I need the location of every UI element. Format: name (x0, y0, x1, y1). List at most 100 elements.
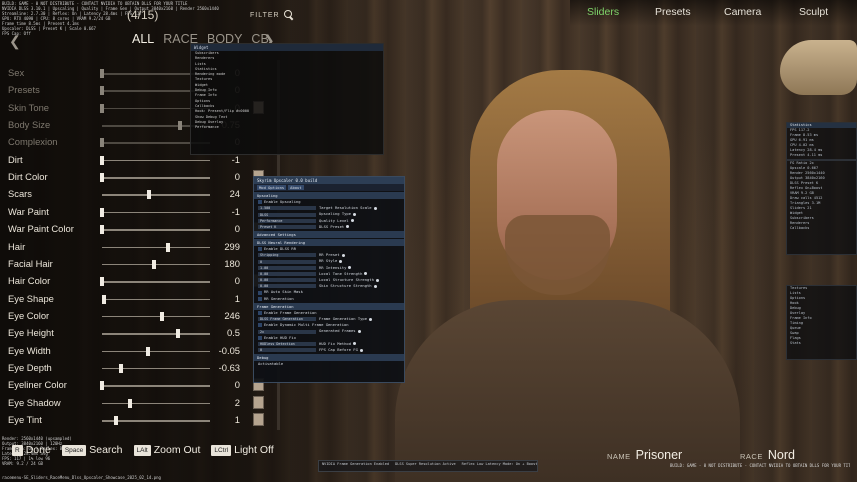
slider-knob[interactable] (160, 311, 165, 321)
slider-knob[interactable] (165, 242, 170, 252)
help-icon[interactable] (341, 253, 345, 257)
upscaler-section-header[interactable]: DLSS Neural Rendering (254, 239, 404, 247)
slider-track[interactable] (102, 385, 210, 387)
statistics-panel[interactable]: Statistics FPS 117.2 Frame 8.53 ms GPU 6.9… (786, 122, 857, 160)
help-icon[interactable] (346, 225, 350, 229)
slider-knob[interactable] (146, 190, 151, 200)
help-icon[interactable] (375, 278, 379, 282)
slider-track[interactable] (102, 229, 210, 231)
upscaler-option[interactable]: RR Generation (254, 296, 404, 302)
slider-knob[interactable] (100, 381, 104, 391)
slider-knob[interactable] (100, 103, 104, 113)
control-zoom-out[interactable]: LAlt Zoom Out (133, 444, 200, 456)
character-race[interactable]: RACE Nord (740, 448, 795, 462)
checkbox[interactable] (258, 323, 262, 328)
slider-knob[interactable] (113, 416, 118, 425)
slider-row-scars[interactable]: Scars 24 (0, 186, 280, 203)
upscaler-section-header[interactable]: Frame Generation (254, 302, 404, 310)
slider-row-facial-hair[interactable]: Facial Hair 180 (0, 256, 280, 273)
slider-track[interactable] (102, 211, 210, 214)
slider-row-hair-color[interactable]: Hair Color 0 (0, 273, 280, 290)
option-field[interactable]: Stripping (258, 253, 316, 258)
upscaler-menu-mod-options[interactable]: Mod Options (257, 185, 287, 190)
checkbox[interactable] (258, 247, 262, 252)
checkbox[interactable] (258, 310, 262, 315)
slider-track[interactable] (102, 194, 210, 196)
slider-track[interactable] (102, 246, 210, 248)
help-icon[interactable] (339, 260, 343, 264)
options-panel[interactable]: Textures Lists Options Hook Debug Overlay Fram… (786, 285, 857, 360)
slider-row-eye-shape[interactable]: Eye Shape 1 (0, 291, 280, 308)
slider-track[interactable] (102, 420, 210, 422)
slider-knob[interactable] (102, 294, 107, 304)
slider-track[interactable] (102, 281, 210, 283)
slider-track[interactable] (102, 333, 210, 335)
slider-knob[interactable] (128, 398, 133, 408)
help-icon[interactable] (364, 272, 368, 276)
slider-row-eye-tint[interactable]: Eye Tint 1 (0, 412, 280, 429)
control-light-off[interactable]: LCtrl Light Off (211, 444, 274, 456)
upscaler-section-header[interactable]: Debug (254, 354, 404, 362)
help-icon[interactable] (357, 330, 361, 334)
option-field[interactable]: HUDless Detection (258, 341, 316, 346)
option-field[interactable]: 0.00 (258, 271, 316, 276)
help-icon[interactable] (348, 266, 352, 270)
options-line[interactable]: Stats (787, 341, 856, 346)
upscaler-menu-about[interactable]: About (288, 185, 304, 190)
checkbox[interactable] (258, 200, 262, 205)
slider-row-eye-height[interactable]: Eye Height 0.5 (0, 325, 280, 342)
slider-track[interactable] (102, 263, 210, 266)
character-name[interactable]: NAME Prisoner (607, 448, 682, 462)
slider-knob[interactable] (100, 69, 104, 78)
slider-track[interactable] (102, 315, 210, 318)
slider-track[interactable] (102, 350, 210, 353)
tab-sliders[interactable]: Sliders (587, 6, 619, 18)
category-tab-all[interactable]: ALL (132, 32, 154, 46)
help-icon[interactable] (350, 219, 354, 223)
control-search[interactable]: Space Search (61, 444, 123, 456)
slider-track[interactable] (102, 159, 210, 162)
slider-row-eye-shadow[interactable]: Eye Shadow 2 (0, 395, 280, 412)
slider-knob[interactable] (100, 138, 104, 148)
upscaler-option[interactable]: Activatable (254, 361, 404, 367)
upscaler-option[interactable]: 0 FPS Cap Before FG (254, 347, 404, 353)
slider-row-eye-width[interactable]: Eye Width -0.05 (0, 343, 280, 360)
checkbox[interactable] (258, 296, 262, 301)
upscaler-option[interactable]: Preset K DLSS Preset (254, 224, 404, 230)
slider-track[interactable] (102, 298, 210, 301)
slider-knob[interactable] (100, 207, 104, 217)
option-field[interactable]: DLSS Frame Generation (258, 317, 316, 322)
slider-knob[interactable] (175, 329, 180, 339)
slider-row-dirt-color[interactable]: Dirt Color 0 (0, 169, 280, 186)
slider-row-eye-depth[interactable]: Eye Depth -0.63 (0, 360, 280, 377)
option-field[interactable]: 1.500 (258, 206, 316, 211)
upscaler-settings-window[interactable]: Skyrim Upscaler 0.0 build Mod Options Abo… (253, 176, 405, 383)
widget-debug-panel[interactable]: Widget Subscribers Renderers Lists Statisti… (190, 43, 384, 155)
slider-knob[interactable] (178, 121, 182, 131)
checkbox[interactable] (258, 290, 262, 295)
upscaler-section-header[interactable]: Upscaling (254, 192, 404, 199)
color-swatch[interactable] (253, 395, 264, 409)
slider-knob[interactable] (100, 277, 104, 287)
option-field[interactable]: Preset K (258, 224, 316, 229)
tab-camera[interactable]: Camera (724, 6, 761, 18)
slider-knob[interactable] (100, 86, 104, 96)
slider-knob[interactable] (152, 259, 156, 269)
tab-presets[interactable]: Presets (655, 6, 691, 18)
option-field[interactable]: 0.00 (258, 284, 316, 289)
slider-knob[interactable] (100, 155, 104, 165)
chevron-left-icon[interactable]: ❮ (9, 33, 21, 50)
help-icon[interactable] (373, 206, 377, 210)
filter-button[interactable]: FILTER (250, 10, 294, 20)
slider-row-eyeliner-color[interactable]: Eyeliner Color 0 (0, 377, 280, 394)
slider-track[interactable] (102, 177, 210, 179)
option-field[interactable]: 0.00 (258, 278, 316, 283)
widget-panel-item[interactable]: Performance (191, 125, 383, 130)
help-icon[interactable] (369, 317, 373, 321)
statistics-detail-panel[interactable]: FG Ratio 2x Upscale 0.667 Render 2560x1440… (786, 160, 857, 255)
slider-knob[interactable] (100, 225, 104, 235)
help-icon[interactable] (353, 213, 357, 216)
checkbox[interactable] (258, 335, 262, 340)
slider-knob[interactable] (100, 173, 104, 183)
option-field[interactable]: DLSS (258, 212, 316, 217)
